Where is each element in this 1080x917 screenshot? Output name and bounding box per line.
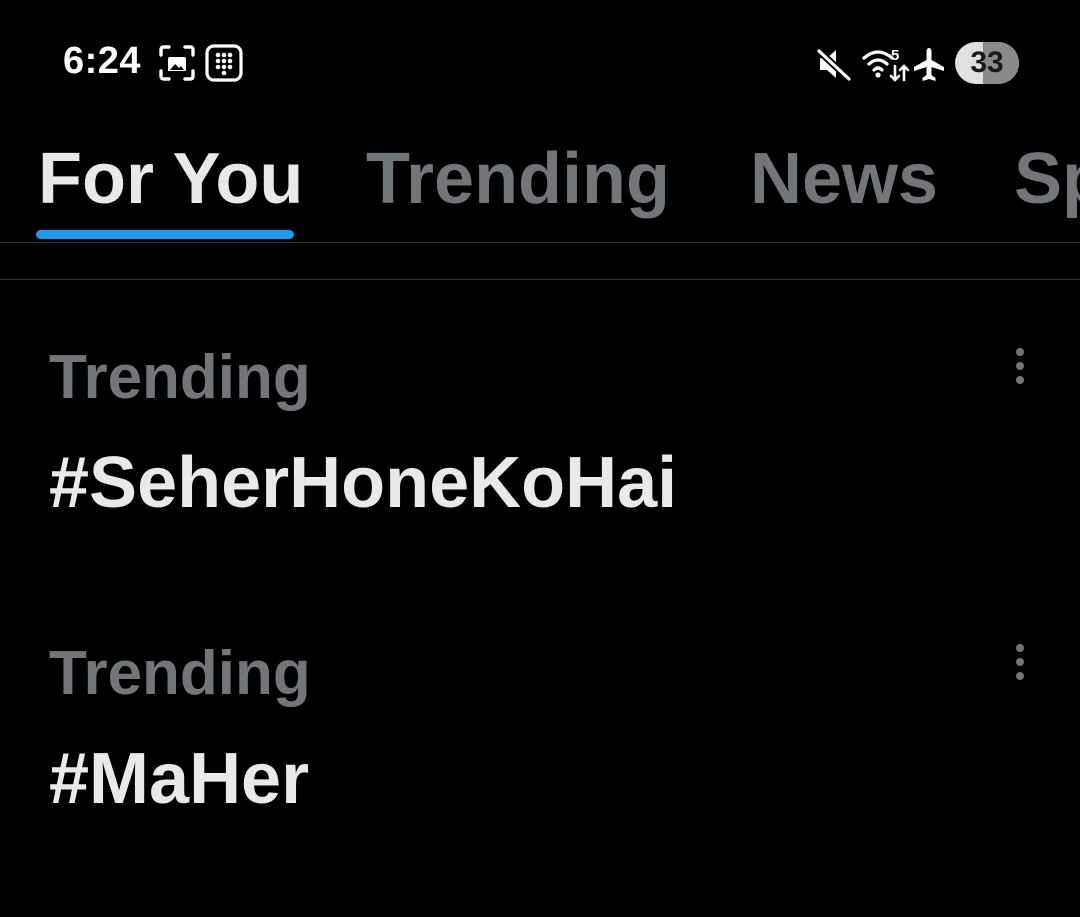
tab-for-you[interactable]: For You — [38, 134, 303, 224]
trend-item[interactable]: Trending #MaHer — [0, 634, 1080, 904]
more-options-icon[interactable] — [1004, 642, 1036, 692]
status-time: 6:24 — [63, 40, 142, 82]
trend-title: #SeherHoneKoHai — [49, 443, 678, 523]
keypad-icon — [205, 44, 243, 82]
explore-tab-bar: For You Trending News Sp — [0, 126, 1080, 242]
airplane-mode-icon — [914, 48, 944, 81]
mute-icon — [816, 48, 852, 82]
status-bar: 6:24 5 33 — [0, 0, 1080, 126]
trend-context: Trending — [49, 343, 311, 412]
svg-text:5: 5 — [891, 47, 899, 64]
tab-news[interactable]: News — [750, 134, 938, 224]
battery-indicator: 33 — [955, 42, 1019, 84]
screenshot-icon — [159, 45, 195, 81]
tab-trending[interactable]: Trending — [366, 134, 670, 224]
active-tab-indicator — [36, 230, 294, 239]
tab-sports[interactable]: Sp — [1014, 134, 1080, 224]
tab-bar-divider — [0, 242, 1080, 243]
trend-context: Trending — [49, 639, 311, 708]
wifi-icon: 5 — [862, 47, 910, 82]
section-divider — [0, 279, 1080, 280]
trend-item[interactable]: Trending #SeherHoneKoHai — [0, 338, 1080, 608]
trend-title: #MaHer — [49, 739, 310, 819]
more-options-icon[interactable] — [1004, 346, 1036, 396]
battery-level-text: 33 — [970, 46, 1004, 79]
